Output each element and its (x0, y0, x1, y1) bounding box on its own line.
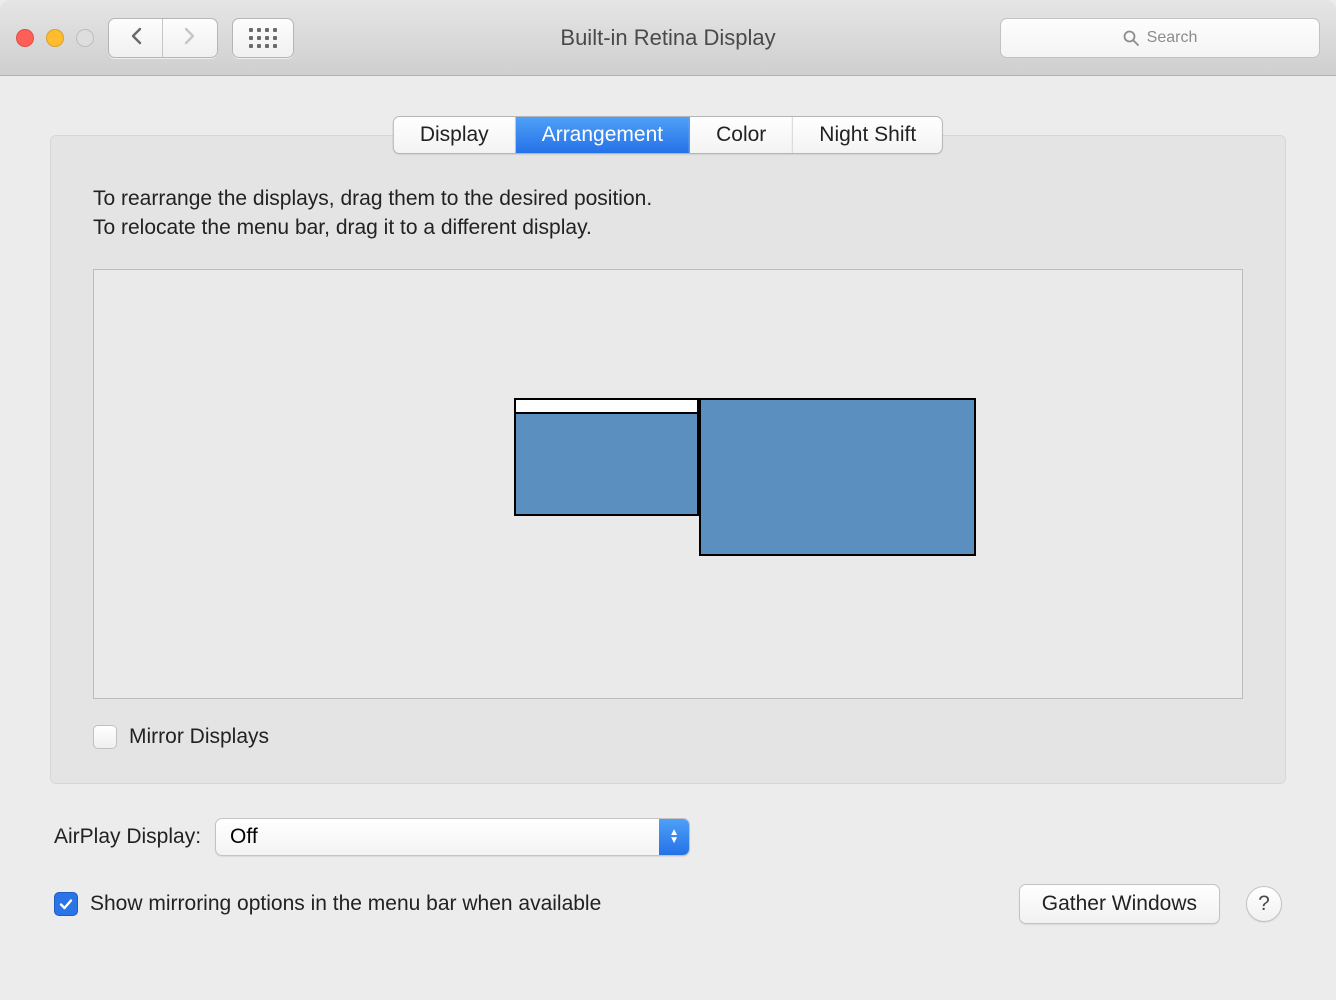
nav-segment (108, 18, 218, 58)
show-mirroring-label: Show mirroring options in the menu bar w… (90, 892, 601, 916)
grid-icon (249, 28, 277, 48)
menu-bar-handle[interactable] (516, 400, 697, 414)
airplay-label: AirPlay Display: (54, 825, 201, 849)
below-panel: AirPlay Display: Off ▲ ▼ Show mirroring … (50, 818, 1286, 924)
tab-color[interactable]: Color (690, 117, 793, 153)
instructions: To rearrange the displays, drag them to … (93, 184, 1243, 243)
tab-segment: Display Arrangement Color Night Shift (393, 116, 943, 154)
close-icon[interactable] (16, 29, 34, 47)
search-input[interactable]: Search (1000, 18, 1320, 58)
help-button[interactable]: ? (1246, 886, 1282, 922)
airplay-row: AirPlay Display: Off ▲ ▼ (54, 818, 1282, 856)
zoom-icon (76, 29, 94, 47)
tab-arrangement[interactable]: Arrangement (516, 117, 690, 153)
airplay-popup[interactable]: Off ▲ ▼ (215, 818, 690, 856)
gather-windows-button[interactable]: Gather Windows (1019, 884, 1220, 924)
minimize-icon[interactable] (46, 29, 64, 47)
instruction-line-2: To relocate the menu bar, drag it to a d… (93, 213, 1243, 242)
mirror-displays-checkbox[interactable] (93, 725, 117, 749)
airplay-value: Off (216, 825, 659, 849)
mirror-displays-label: Mirror Displays (129, 725, 269, 749)
back-button[interactable] (109, 19, 163, 57)
titlebar: Built-in Retina Display Search (0, 0, 1336, 76)
chevron-left-icon (129, 27, 143, 49)
instruction-line-1: To rearrange the displays, drag them to … (93, 184, 1243, 213)
show-mirroring-checkbox[interactable] (54, 892, 78, 916)
show-all-button[interactable] (232, 18, 294, 58)
tab-night-shift[interactable]: Night Shift (793, 117, 942, 153)
search-icon (1123, 30, 1139, 46)
chevron-right-icon (183, 27, 197, 49)
tab-display[interactable]: Display (394, 117, 516, 153)
search-placeholder: Search (1147, 29, 1198, 47)
bottom-row: Show mirroring options in the menu bar w… (54, 884, 1282, 924)
forward-button (163, 19, 217, 57)
preferences-window: Built-in Retina Display Search Display A… (0, 0, 1336, 1000)
arrangement-panel: To rearrange the displays, drag them to … (50, 135, 1286, 784)
mirror-displays-row: Mirror Displays (93, 725, 1243, 749)
content: Display Arrangement Color Night Shift To… (0, 76, 1336, 954)
display-primary[interactable] (514, 398, 699, 516)
display-secondary[interactable] (699, 398, 976, 556)
display-arrangement-area[interactable] (93, 269, 1243, 699)
traffic-lights (16, 29, 94, 47)
updown-icon: ▲ ▼ (659, 819, 689, 855)
